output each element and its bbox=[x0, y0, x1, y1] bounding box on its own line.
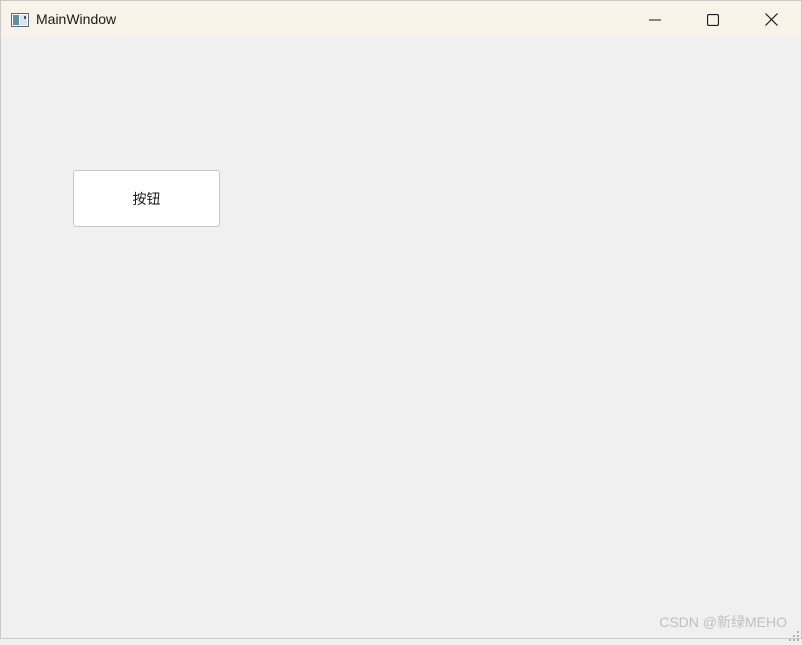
push-button[interactable]: 按钮 bbox=[73, 170, 220, 227]
maximize-icon bbox=[707, 13, 719, 26]
maximize-button[interactable] bbox=[684, 1, 742, 38]
window-title: MainWindow bbox=[36, 11, 117, 27]
main-window: MainWindow 按钮 CSDN @新绿MEHO bbox=[0, 0, 802, 641]
watermark-text: CSDN @新绿MEHO bbox=[659, 614, 787, 630]
close-button[interactable] bbox=[742, 1, 800, 38]
resize-grip-icon[interactable] bbox=[789, 626, 799, 641]
client-area: 按钮 CSDN @新绿MEHO bbox=[1, 38, 801, 641]
minimize-button[interactable] bbox=[626, 1, 684, 38]
minimize-icon bbox=[649, 14, 661, 26]
app-window-icon bbox=[11, 12, 29, 27]
title-bar[interactable]: MainWindow bbox=[1, 1, 801, 38]
close-icon bbox=[764, 13, 778, 26]
